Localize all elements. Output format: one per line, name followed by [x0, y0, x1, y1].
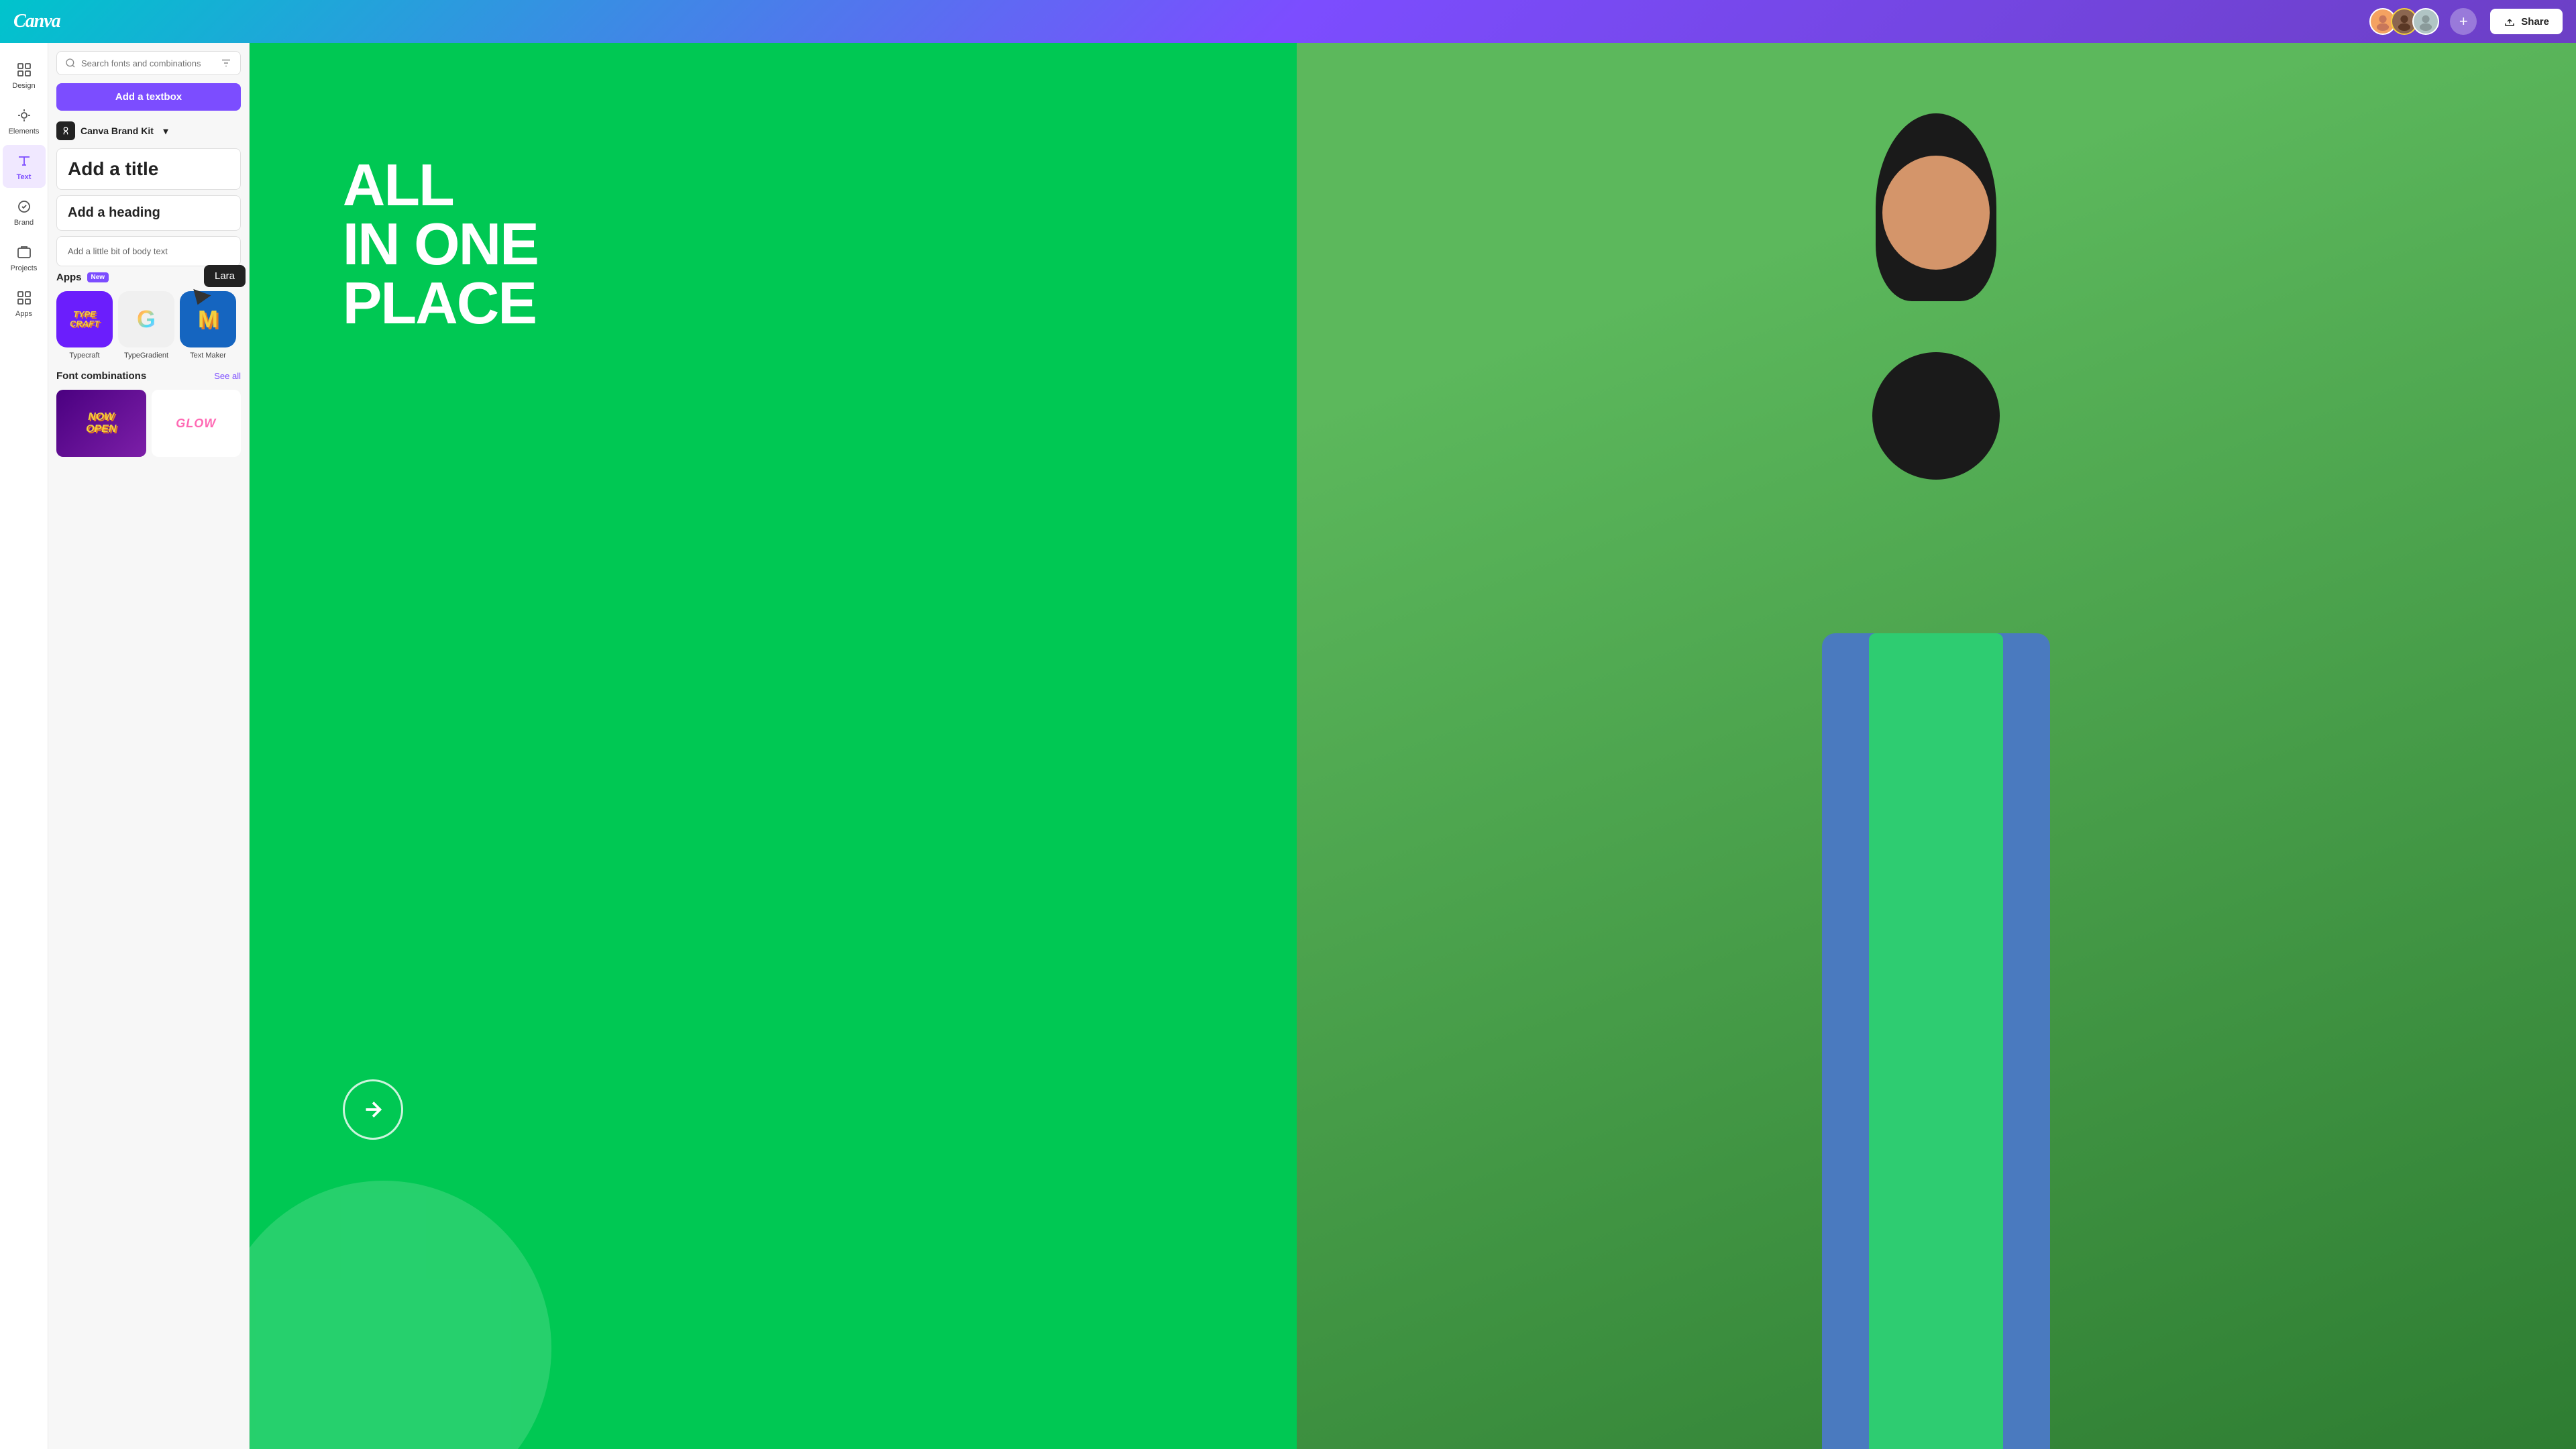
- typecraft-label: Typecraft: [69, 352, 99, 360]
- search-icon: [65, 58, 76, 68]
- arrow-right-icon: [361, 1097, 385, 1122]
- header-right: + Share: [2369, 8, 2563, 35]
- combo-now-open-text: NOWOPEN: [86, 411, 116, 435]
- share-icon: [2504, 15, 2516, 28]
- canvas-person: [1297, 43, 2576, 1449]
- text-style-title[interactable]: Add a title: [56, 148, 241, 190]
- sidebar-item-text[interactable]: Text: [3, 145, 46, 188]
- elements-icon: [15, 106, 34, 125]
- typecraft-logo: TYPECRAFT: [70, 310, 99, 329]
- textmaker-label: Text Maker: [190, 352, 226, 360]
- headline-line2: IN ONE: [343, 215, 538, 274]
- headline-line1: ALL: [343, 156, 538, 215]
- add-collaborator-button[interactable]: +: [2450, 8, 2477, 35]
- title-label: Add a title: [68, 158, 229, 180]
- textmaker-logo: M: [198, 305, 218, 333]
- share-button[interactable]: Share: [2490, 9, 2563, 34]
- sidebar-item-elements[interactable]: Elements: [3, 99, 46, 142]
- see-all-link[interactable]: See all: [214, 371, 241, 381]
- shirt: [1869, 633, 2003, 1449]
- apps-title: Apps: [56, 272, 82, 283]
- canvas-headline: ALL IN ONE PLACE: [343, 156, 538, 333]
- canvas-arrow-button[interactable]: [343, 1079, 403, 1140]
- combo-glow-text: GLOW: [176, 417, 216, 431]
- brand-kit-icon: [56, 121, 75, 140]
- search-input[interactable]: [81, 58, 215, 68]
- app-card-typegradient[interactable]: G TypeGradient: [118, 291, 174, 360]
- app-header: Canva + Share: [0, 0, 2576, 43]
- heading-label: Add a heading: [68, 205, 229, 221]
- canva-logo: Canva: [13, 11, 60, 32]
- grid-icon: [15, 60, 34, 79]
- brand-icon: [15, 197, 34, 216]
- side-panel: Add a textbox Canva Brand Kit ▾ Add a ti…: [48, 43, 250, 1449]
- font-combinations-header: Font combinations See all: [56, 370, 241, 382]
- sidebar-item-apps[interactable]: Apps: [3, 282, 46, 325]
- sidebar-item-design[interactable]: Design: [3, 54, 46, 97]
- main-layout: Design Elements Text: [0, 43, 2576, 1449]
- font-combo-now-open[interactable]: NOWOPEN: [56, 390, 146, 457]
- search-bar: [56, 51, 241, 75]
- apps-section-header: Apps New: [56, 272, 241, 283]
- avatar-group: [2369, 8, 2439, 35]
- canvas-container: ALL IN ONE PLACE: [250, 43, 2576, 1449]
- sidebar-item-projects[interactable]: Projects: [3, 236, 46, 279]
- headline-line3: PLACE: [343, 274, 538, 333]
- font-combinations-section: Font combinations See all NOWOPEN GLOW: [56, 370, 241, 457]
- apps-icon: [15, 288, 34, 307]
- apps-grid: TYPECRAFT Typecraft G TypeGradient M Tex…: [56, 291, 241, 360]
- person-image: [1297, 43, 2576, 1449]
- filter-icon[interactable]: [220, 57, 232, 69]
- new-badge: New: [87, 272, 109, 282]
- text-icon: [15, 152, 34, 170]
- brand-kit-header[interactable]: Canva Brand Kit ▾: [56, 121, 241, 140]
- canvas-area: ALL IN ONE PLACE: [250, 43, 2576, 1449]
- typegradient-icon: G: [118, 291, 174, 347]
- face: [1882, 156, 1990, 270]
- sidebar-item-brand[interactable]: Brand: [3, 191, 46, 233]
- font-combo-glow[interactable]: GLOW: [152, 390, 241, 457]
- body-label: Add a little bit of body text: [68, 246, 229, 256]
- left-nav: Design Elements Text: [0, 43, 48, 1449]
- apps-section: Lara Apps New TYPECRAFT Typecraft G T: [56, 272, 241, 360]
- hair-back: [1872, 352, 2000, 480]
- font-combinations-title: Font combinations: [56, 370, 146, 382]
- canvas-blob: [250, 1181, 551, 1449]
- text-style-heading[interactable]: Add a heading: [56, 195, 241, 231]
- add-textbox-button[interactable]: Add a textbox: [56, 83, 241, 111]
- text-style-body[interactable]: Add a little bit of body text: [56, 236, 241, 266]
- avatar: [2412, 8, 2439, 35]
- typegradient-label: TypeGradient: [124, 352, 168, 360]
- typecraft-icon: TYPECRAFT: [56, 291, 113, 347]
- font-combo-grid: NOWOPEN GLOW: [56, 390, 241, 457]
- chevron-down-icon: ▾: [164, 125, 241, 137]
- typegradient-logo: G: [137, 305, 156, 333]
- app-card-typecraft[interactable]: TYPECRAFT Typecraft: [56, 291, 113, 360]
- projects-icon: [15, 243, 34, 262]
